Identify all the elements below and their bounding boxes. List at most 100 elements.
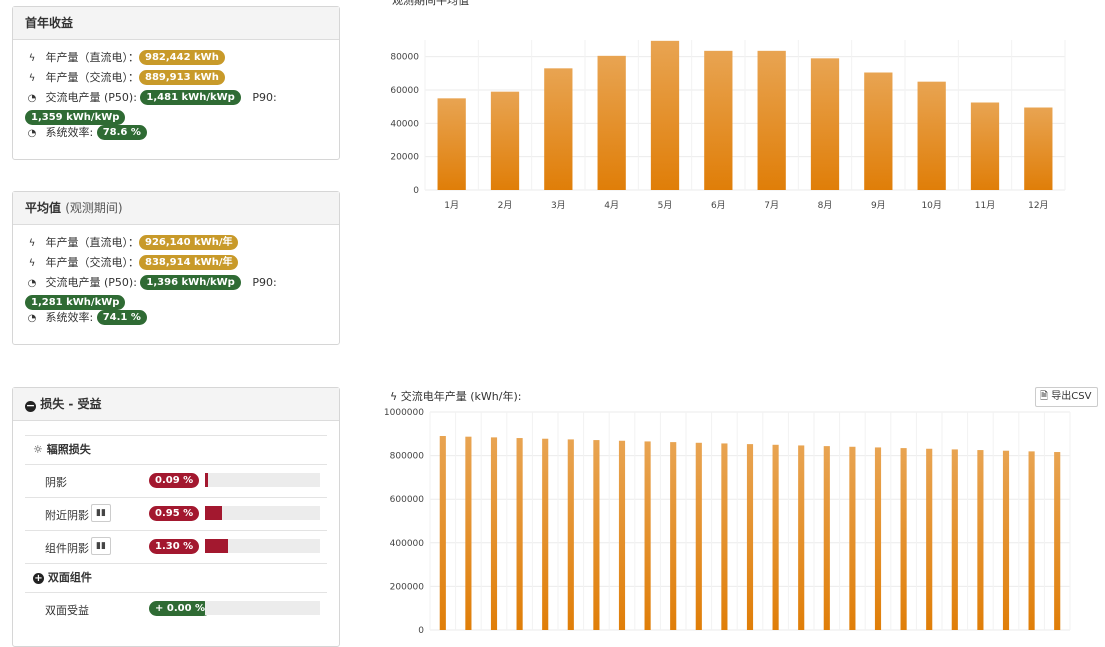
bar[interactable] bbox=[618, 440, 626, 630]
bar[interactable] bbox=[823, 446, 830, 630]
p90-label: P90: bbox=[252, 276, 277, 289]
irradiation-group: ☼ 辐照损失 bbox=[25, 435, 327, 464]
bar[interactable] bbox=[798, 445, 805, 630]
y-tick-label: 60000 bbox=[390, 86, 419, 96]
bar[interactable] bbox=[544, 68, 573, 190]
bar[interactable] bbox=[490, 91, 520, 190]
bar[interactable] bbox=[849, 446, 856, 630]
bar[interactable] bbox=[1054, 452, 1061, 630]
bolt-icon: ϟ bbox=[28, 238, 36, 249]
plus-circle-icon[interactable]: + bbox=[33, 573, 44, 584]
loss-bar-fill bbox=[205, 506, 222, 520]
loss-row-near-shading: 附近阴影 ▮▮ 0.95 % bbox=[25, 497, 327, 530]
p90-label: P90: bbox=[252, 91, 277, 104]
bar[interactable] bbox=[864, 72, 893, 191]
bar[interactable] bbox=[810, 58, 840, 190]
x-tick-label: 2月 bbox=[498, 200, 513, 211]
bar[interactable] bbox=[542, 438, 549, 630]
bolt-icon: ϟ bbox=[28, 73, 36, 84]
average-ac-row: ϟ 年产量（交流电）： 838,914 kWh/年 bbox=[25, 253, 327, 273]
irradiation-title: 辐照损失 bbox=[46, 443, 91, 456]
bar[interactable] bbox=[516, 438, 523, 630]
loss-bar bbox=[205, 539, 320, 553]
bar[interactable] bbox=[567, 439, 574, 630]
y-tick-label: 600000 bbox=[390, 495, 425, 505]
p50-label: 交流电产量 (P50): bbox=[45, 276, 137, 289]
ac-label: 年产量（交流电）： bbox=[45, 71, 140, 84]
y-tick-label: 0 bbox=[418, 626, 424, 635]
bar[interactable] bbox=[695, 442, 702, 630]
y-tick-label: 200000 bbox=[390, 582, 425, 592]
loss-badge: 0.95 % bbox=[149, 506, 200, 521]
losses-header[interactable]: − 损失 - 受益 bbox=[13, 388, 339, 421]
bar[interactable] bbox=[746, 444, 754, 630]
first-year-title: 首年收益 bbox=[13, 7, 339, 40]
losses-title: 损失 - 受益 bbox=[40, 397, 102, 411]
bar[interactable] bbox=[970, 102, 1000, 191]
bar[interactable] bbox=[772, 444, 779, 630]
dashboard-icon: ◔ bbox=[27, 93, 37, 104]
bar[interactable] bbox=[597, 55, 626, 190]
bolt-icon: ϟ bbox=[28, 53, 36, 64]
bifacial-group[interactable]: + 双面组件 bbox=[25, 563, 327, 592]
bar[interactable] bbox=[1024, 107, 1053, 191]
first-year-p50-row: ◔ 交流电产量 (P50): 1,481 kWh/kWp P90: bbox=[25, 88, 327, 108]
export-csv-button[interactable]: 🗎 导出CSV bbox=[1035, 387, 1099, 407]
average-body: ϟ 年产量（直流电）： 926,140 kWh/年 ϟ 年产量（交流电）： 838,… bbox=[13, 225, 339, 334]
bar[interactable] bbox=[977, 450, 984, 630]
annual-chart-title-text: 交流电年产量 (kWh/年): bbox=[400, 390, 522, 403]
bar[interactable] bbox=[704, 50, 733, 190]
loss-name: 双面受益 bbox=[45, 604, 89, 617]
loss-bar bbox=[205, 506, 320, 520]
bar[interactable] bbox=[1028, 451, 1035, 630]
p50-badge: 1,396 kWh/kWp bbox=[140, 275, 241, 290]
bar[interactable] bbox=[951, 449, 958, 630]
bar[interactable] bbox=[917, 81, 946, 190]
average-subtitle: (观测期间) bbox=[65, 201, 123, 215]
bar[interactable] bbox=[465, 436, 472, 630]
loss-row-bifacial: 双面受益 + 0.00 % bbox=[25, 592, 327, 625]
bolt-icon: ϟ bbox=[390, 390, 398, 403]
bar[interactable] bbox=[874, 447, 882, 630]
bar[interactable] bbox=[721, 443, 728, 630]
loss-bar-fill bbox=[205, 473, 208, 487]
p50-label: 交流电产量 (P50): bbox=[45, 91, 137, 104]
bar-chart-icon[interactable]: ▮▮ bbox=[91, 537, 111, 555]
efficiency-badge: 78.6 % bbox=[96, 125, 147, 140]
annual-yield-chart: 0 200000 400000 600000 800000 1000000 bbox=[384, 408, 1071, 635]
bar[interactable] bbox=[593, 440, 600, 630]
x-tick-label: 9月 bbox=[871, 200, 886, 211]
bar[interactable] bbox=[1002, 450, 1010, 630]
bar[interactable] bbox=[926, 448, 933, 630]
bar[interactable] bbox=[650, 40, 680, 191]
bar[interactable] bbox=[644, 441, 651, 630]
loss-badge: 0.09 % bbox=[149, 473, 200, 488]
ac-label: 年产量（交流电）： bbox=[45, 256, 140, 269]
y-tick-label: 80000 bbox=[390, 53, 419, 63]
x-tick-label: 7月 bbox=[764, 200, 779, 211]
first-year-panel: 首年收益 ϟ 年产量（直流电）： 982,442 kWh ϟ 年产量（交流电）： 8… bbox=[12, 6, 340, 160]
loss-bar bbox=[205, 473, 320, 487]
y-tick-label: 0 bbox=[413, 186, 419, 196]
annual-chart-title: ϟ 交流电年产量 (kWh/年): bbox=[390, 388, 521, 404]
bar[interactable] bbox=[900, 448, 907, 630]
x-tick-label: 11月 bbox=[975, 200, 995, 211]
bar[interactable] bbox=[437, 98, 466, 190]
bar[interactable] bbox=[757, 50, 786, 190]
bifacial-title: 双面组件 bbox=[47, 571, 92, 584]
bar[interactable] bbox=[670, 442, 677, 630]
sun-icon: ☼ bbox=[33, 443, 43, 456]
bar-chart-icon[interactable]: ▮▮ bbox=[91, 504, 111, 522]
loss-name: 附近阴影 bbox=[45, 509, 89, 522]
bar[interactable] bbox=[439, 435, 446, 630]
losses-panel: − 损失 - 受益 ☼ 辐照损失 阴影 0.09 % 附近阴影 ▮▮ 0.95 … bbox=[12, 387, 340, 647]
minus-circle-icon[interactable]: − bbox=[25, 400, 36, 412]
eff-label: 系统效率: bbox=[45, 311, 94, 324]
bar[interactable] bbox=[490, 437, 498, 630]
x-tick-label: 4月 bbox=[604, 200, 619, 211]
eff-label: 系统效率: bbox=[45, 126, 94, 139]
dc-yield-badge: 926,140 kWh/年 bbox=[139, 235, 239, 250]
first-year-body: ϟ 年产量（直流电）： 982,442 kWh ϟ 年产量（交流电）： 889,91… bbox=[13, 40, 339, 149]
loss-bar-fill bbox=[205, 539, 228, 553]
dashboard-icon: ◔ bbox=[27, 313, 37, 324]
